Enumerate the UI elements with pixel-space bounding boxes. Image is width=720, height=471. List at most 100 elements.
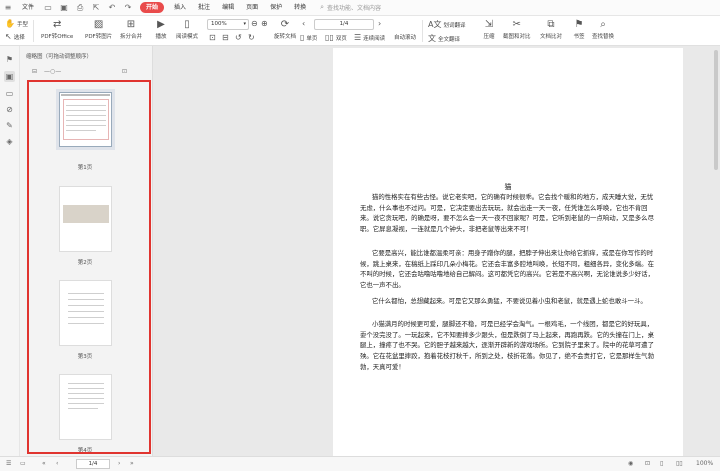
zoom-out-button[interactable]: ⊖ — [251, 19, 258, 28]
play-button[interactable]: ▶ 播放 — [155, 19, 167, 40]
rotate-left-button[interactable]: ↺ — [235, 33, 242, 42]
word-translate-button[interactable]: A文 划词翻译 — [428, 19, 466, 30]
document-viewport[interactable]: 猫 猫的性格实在有些古怪。说它老实吧，它的确有时候很乖。它会找个暖和的地方，成天… — [153, 46, 720, 456]
rotate-right-button[interactable]: ↻ — [248, 33, 255, 42]
zoom-thumbs-out-icon[interactable]: ⊟ — [32, 68, 37, 75]
thumbnail-panel-icon[interactable]: ▣ — [4, 71, 15, 82]
pdf-convert-icon: ⇄ — [52, 19, 62, 30]
paragraph-1: 猫的性格实在有些古怪。说它老实吧，它的确有时候很乖。它会找个暖和的地方，成天睡大… — [360, 193, 654, 234]
expand-thumbs-icon[interactable]: ⊡ — [122, 68, 127, 75]
split-merge-icon: ⊞ — [126, 19, 136, 30]
tab-edit[interactable]: 编辑 — [216, 0, 240, 16]
auto-scroll-button[interactable]: 自动滚动 — [394, 33, 416, 41]
chevron-right-icon: › — [378, 19, 382, 28]
toolbar-divider — [422, 20, 423, 42]
cursor-icon: ↖ — [5, 32, 12, 41]
continuous-icon: ☰ — [354, 33, 362, 42]
single-page-icon: ▯ — [300, 33, 305, 42]
side-icon-strip: ⚑ ▣ ▭ ⊘ ✎ ◈ — [0, 46, 20, 456]
fit-icon[interactable]: ⊡ — [645, 460, 650, 467]
chevron-down-icon: ▾ — [243, 21, 246, 27]
single-page-button[interactable]: ▯ 单页 — [300, 33, 317, 42]
rotate-doc-icon: ⟳ — [280, 19, 290, 30]
toolbar-divider — [33, 20, 34, 42]
zoom-out-icon: ⊖ — [251, 19, 258, 28]
layers-panel-icon[interactable]: ◈ — [4, 136, 15, 147]
bookmark-button[interactable]: ⚑ 书签 — [573, 19, 585, 40]
find-replace-button[interactable]: ⌕ 查找替换 — [592, 19, 614, 40]
thumbnail-tools: ⊟ —○— ⊡ — [26, 68, 148, 76]
page-number-input[interactable]: 1/4 — [314, 19, 374, 30]
prev-page-button[interactable]: ‹ — [302, 19, 305, 28]
prev-page-icon[interactable]: ‹ — [56, 460, 58, 467]
first-page-icon[interactable]: « — [42, 460, 46, 467]
paragraph-2: 它要是高兴，能比谁都温柔可亲：用身子蹭你的腿，把脖子伸出来让你给它抓痒，或是在你… — [360, 249, 654, 290]
translate-icon: A文 — [428, 20, 442, 29]
compress-icon: ⇲ — [484, 19, 494, 30]
feature-search[interactable]: ⌕ 查找功能、文档内容 — [320, 3, 381, 12]
double-view-icon[interactable]: ▯▯ — [676, 460, 683, 467]
image-icon: ▨ — [93, 19, 104, 30]
document-icon[interactable]: ▭ — [20, 460, 26, 467]
comment-panel-icon[interactable]: ▭ — [4, 88, 15, 99]
find-replace-icon: ⌕ — [600, 19, 606, 30]
vertical-scrollbar[interactable] — [714, 50, 718, 170]
sidebar-toggle-icon[interactable]: ☰ — [6, 460, 11, 467]
export-icon[interactable]: ⇱ — [91, 3, 101, 13]
screenshot-compare-button[interactable]: ✂ 截图和对比 — [503, 19, 531, 40]
attachment-panel-icon[interactable]: ⊘ — [4, 104, 15, 115]
doc-compare-button[interactable]: ⧉ 文档比对 — [540, 19, 562, 40]
rotate-document-button[interactable]: ⟳ 旋转文档 — [274, 19, 296, 40]
highlight-frame — [27, 80, 151, 454]
tab-start[interactable]: 开始 — [140, 2, 165, 13]
tab-annotate[interactable]: 批注 — [192, 0, 216, 16]
tab-page[interactable]: 页面 — [240, 0, 264, 16]
status-bar: ☰ ▭ « ‹ 1/4 › » ◉ ⊡ ▯ ▯▯ 100% — [0, 456, 720, 471]
hand-icon: ✋ — [5, 19, 15, 28]
pdf-to-image-button[interactable]: ▨ PDF转图片 — [85, 19, 112, 40]
tab-insert[interactable]: 插入 — [168, 0, 192, 16]
read-mode-button[interactable]: ▯ 阅读模式 — [176, 19, 198, 40]
redo-icon[interactable]: ↷ — [123, 3, 133, 13]
hamburger-menu-icon[interactable]: ≡ — [3, 3, 13, 13]
document-title: 猫 — [504, 183, 512, 191]
signature-panel-icon[interactable]: ✎ — [4, 120, 15, 131]
ribbon-toolbar: ✋ 手型 ↖ 选择 ⇄ PDF转Office ▨ PDF转图片 ⊞ 拆分合并 ▶… — [0, 16, 720, 46]
hand-tool-button[interactable]: ✋ 手型 — [5, 19, 28, 28]
fit-width-button[interactable]: ⊟ — [222, 33, 229, 42]
thumb-size-slider[interactable]: —○— — [44, 68, 61, 75]
save-icon[interactable]: ▣ — [59, 3, 69, 13]
bookmark-icon: ⚑ — [574, 19, 584, 30]
single-view-icon[interactable]: ▯ — [660, 460, 663, 467]
open-folder-icon[interactable]: ▭ — [43, 3, 53, 13]
zoom-level[interactable]: 100% — [696, 460, 713, 467]
fit-page-button[interactable]: ⊡ — [209, 33, 216, 42]
tab-protect[interactable]: 保护 — [264, 0, 288, 16]
pane-title: 缩略图（可拖动调整顺序） — [26, 54, 93, 60]
zoom-in-button[interactable]: ⊕ — [261, 19, 268, 28]
pdf-to-office-button[interactable]: ⇄ PDF转Office — [41, 19, 73, 40]
double-page-button[interactable]: ▯▯ 双页 — [325, 33, 347, 42]
bookmark-panel-icon[interactable]: ⚑ — [4, 54, 15, 65]
undo-icon[interactable]: ↶ — [107, 3, 117, 13]
next-page-button[interactable]: › — [378, 19, 381, 28]
double-page-icon: ▯▯ — [325, 33, 334, 42]
compare-icon: ⧉ — [547, 19, 555, 30]
compress-button[interactable]: ⇲ 压缩 — [483, 19, 495, 40]
zoom-select[interactable]: 100% ▾ — [207, 19, 249, 30]
full-translate-icon: 文 — [428, 34, 436, 43]
status-page-input[interactable]: 1/4 — [76, 459, 110, 469]
search-placeholder: 查找功能、文档内容 — [327, 5, 382, 12]
print-icon[interactable]: ⎙ — [75, 3, 85, 13]
file-menu[interactable]: 文件 — [16, 0, 40, 16]
next-page-icon[interactable]: › — [118, 460, 120, 467]
eye-icon[interactable]: ◉ — [628, 460, 633, 467]
full-translate-button[interactable]: 文 全文翻译 — [428, 33, 460, 44]
continuous-read-button[interactable]: ☰ 连续阅读 — [354, 33, 385, 42]
search-icon: ⌕ — [320, 3, 325, 11]
last-page-icon[interactable]: » — [130, 460, 134, 467]
tab-convert[interactable]: 转换 — [288, 0, 312, 16]
select-tool-button[interactable]: ↖ 选择 — [5, 32, 25, 41]
paragraph-4: 小猫满月的时候更可爱，腿脚还不稳，可是已经学会淘气。一根鸡毛，一个线团，都是它的… — [360, 320, 654, 371]
split-merge-button[interactable]: ⊞ 拆分合并 — [120, 19, 142, 40]
